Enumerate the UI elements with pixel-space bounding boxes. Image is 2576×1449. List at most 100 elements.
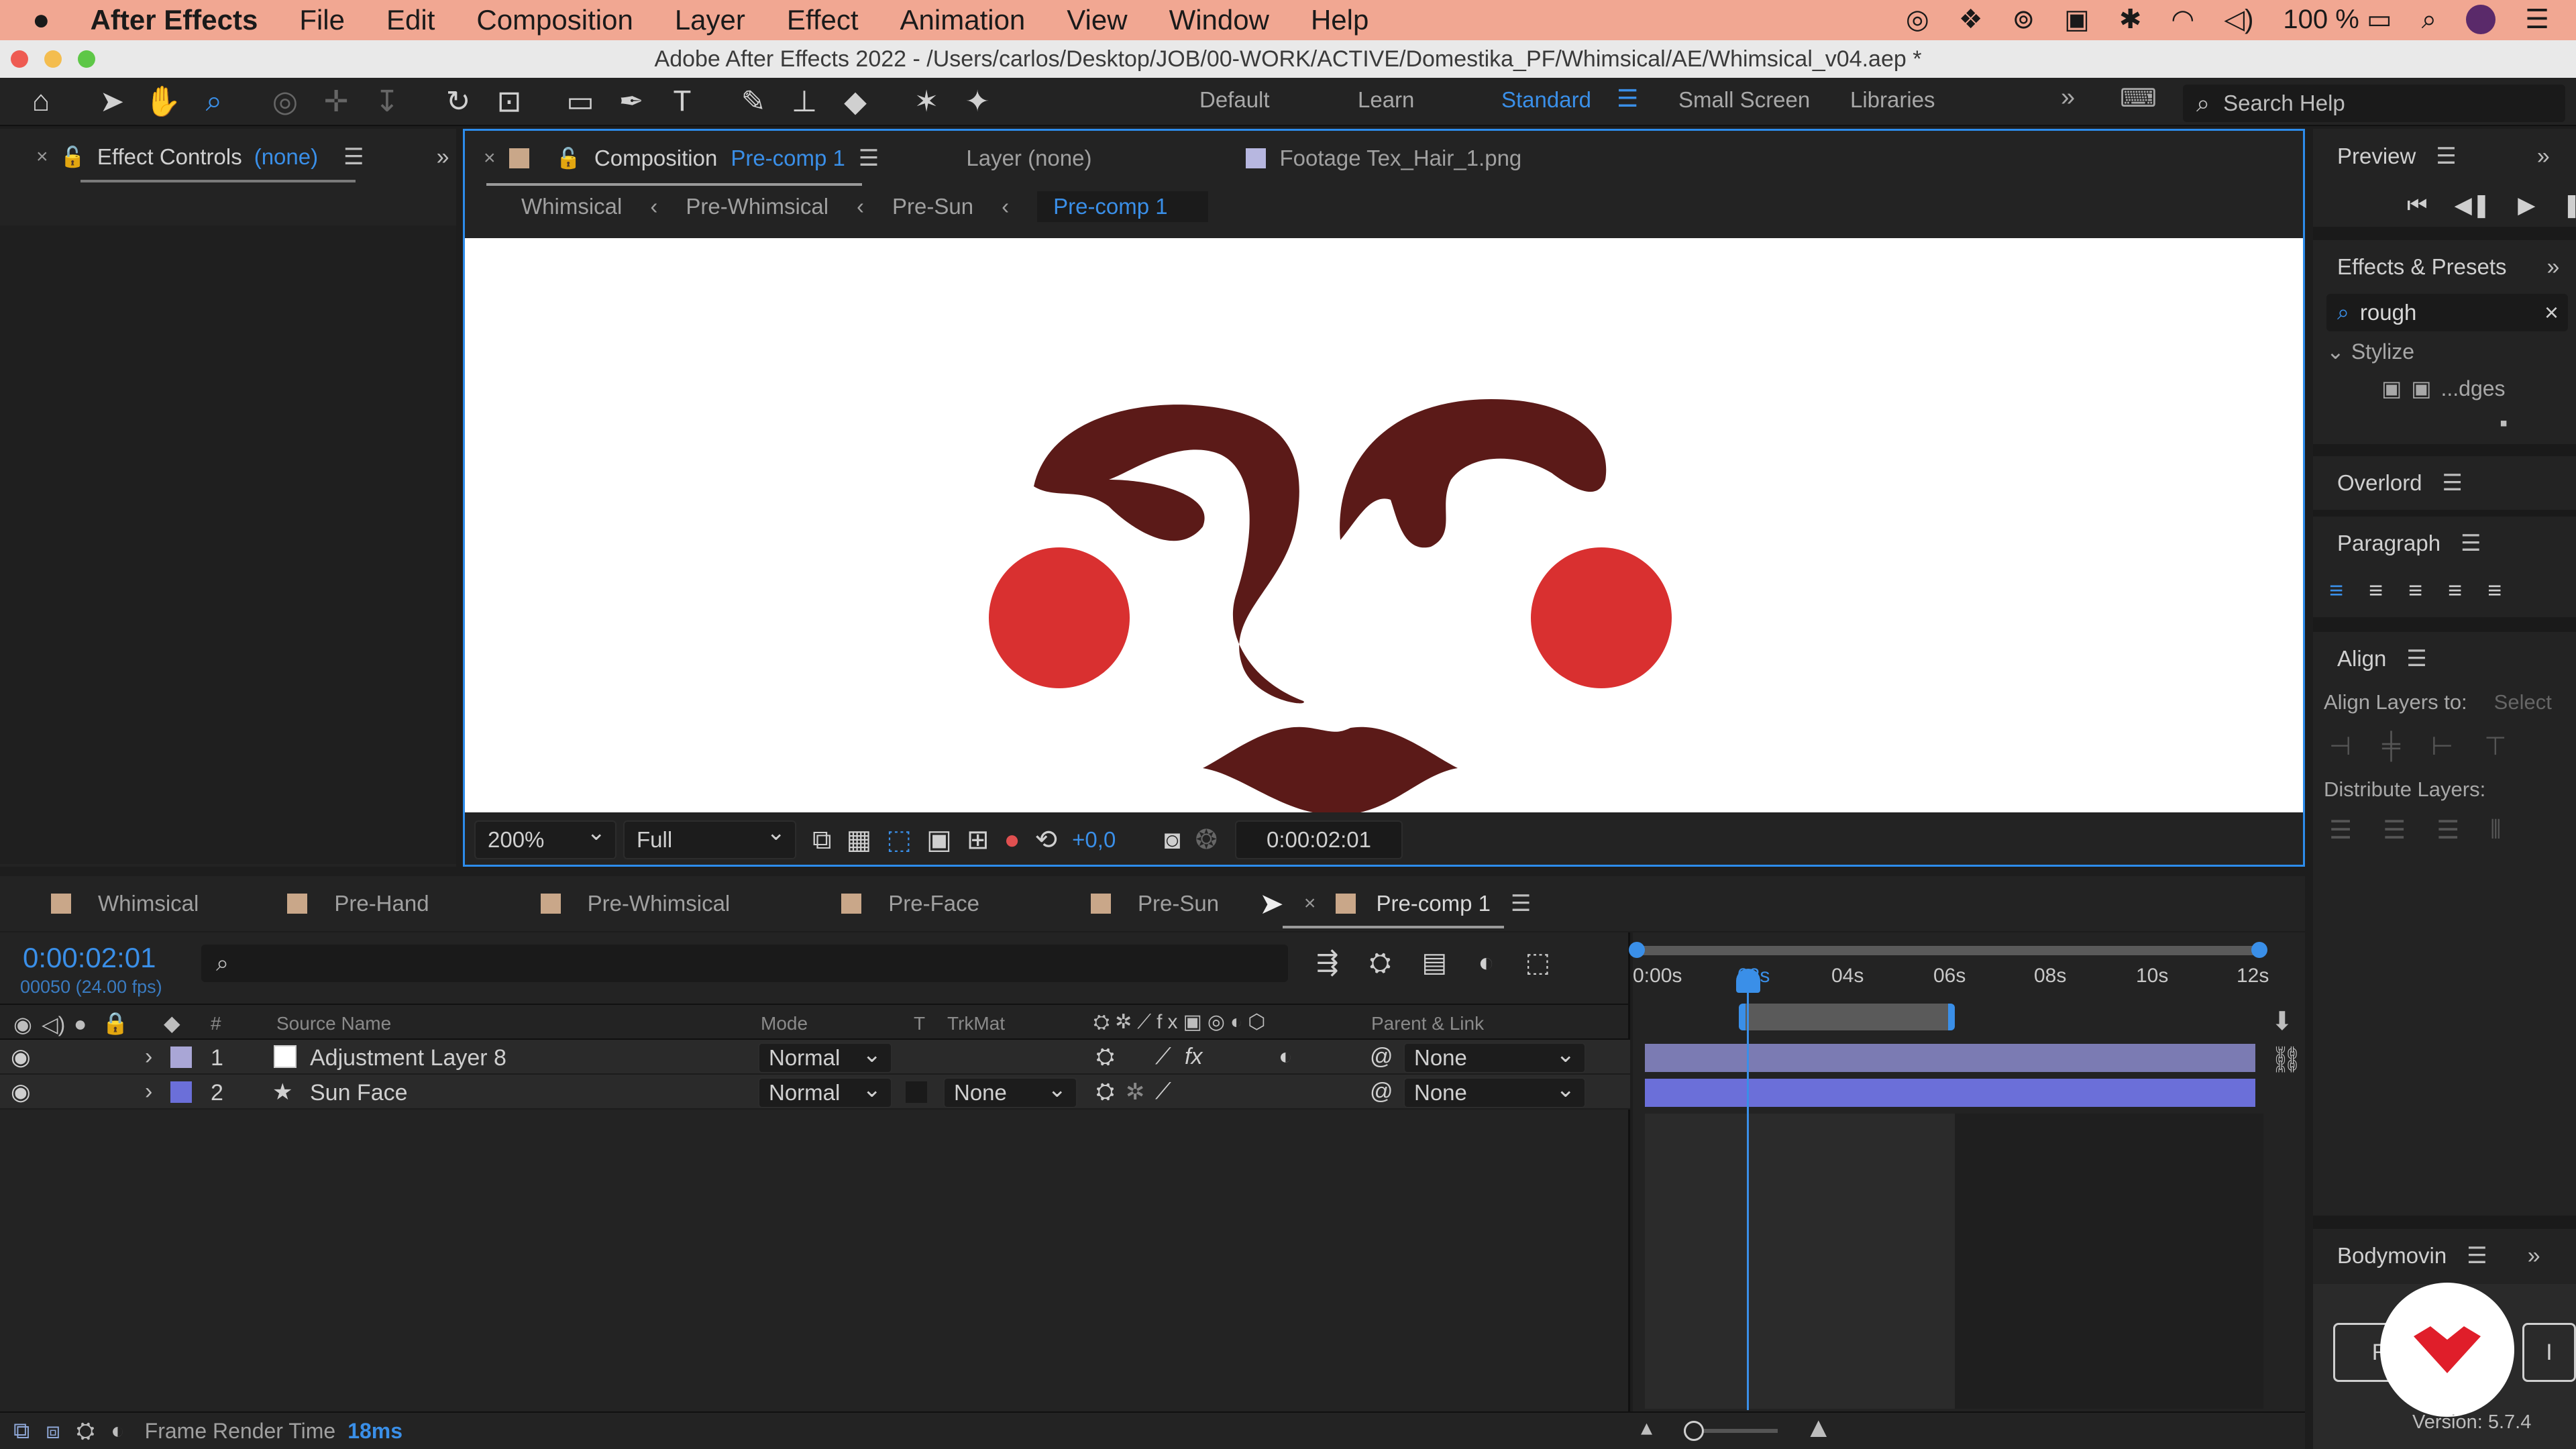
stylize-category[interactable]: Stylize [2351, 339, 2414, 364]
eraser-tool-icon[interactable]: ◆ [835, 80, 876, 122]
panel-overflow-icon[interactable]: » [2528, 1243, 2540, 1269]
audio-column-icon[interactable]: ◁) [42, 1012, 65, 1037]
number-column[interactable]: # [211, 1013, 221, 1034]
control-center-icon[interactable]: ☰ [2525, 4, 2549, 35]
preserve-transparency-toggle[interactable] [906, 1081, 927, 1103]
graph-editor-icon[interactable]: ⬚ [1525, 947, 1550, 978]
justify-all-icon[interactable]: ≡ [2487, 576, 2502, 604]
zoom-dropdown[interactable]: 200% [474, 819, 616, 859]
panel-menu-icon[interactable]: ☰ [2461, 530, 2481, 557]
apple-icon[interactable]: ● [32, 3, 50, 37]
layer-row[interactable]: ◉ › 2 ★ Sun Face Normal None ⛭ ✲ ⟋ @ Non… [0, 1075, 1630, 1110]
comp-flowchart-icon[interactable]: ⇶ [1316, 947, 1339, 978]
visibility-column-icon[interactable]: ◉ [13, 1012, 32, 1037]
puppet-tool-icon[interactable]: ✦ [957, 80, 998, 122]
mode-column[interactable]: Mode [761, 1013, 808, 1034]
motion-blur-icon[interactable]: ◐ [1478, 948, 1494, 978]
paragraph-panel-title[interactable]: Paragraph [2337, 531, 2440, 556]
overlord-panel-title[interactable]: Overlord [2337, 470, 2422, 496]
align-left-edges-icon[interactable]: ⊣ [2329, 731, 2351, 761]
menu-edit[interactable]: Edit [386, 4, 435, 36]
layer-label-color[interactable] [170, 1046, 192, 1068]
align-horizontal-center-icon[interactable]: ╪ [2382, 732, 2400, 761]
timeline-tab-pre-face[interactable]: Pre-Face [841, 891, 979, 916]
layer-viewer-tab[interactable]: Layer (none) [966, 146, 1091, 171]
dolly-tool-icon[interactable]: ↧ [366, 80, 408, 122]
app-menu[interactable]: After Effects [91, 4, 258, 36]
menu-animation[interactable]: Animation [900, 4, 1026, 36]
align-panel-title[interactable]: Align [2337, 646, 2386, 672]
layer-label-color[interactable] [170, 1081, 192, 1103]
workspace-learn[interactable]: Learn [1358, 87, 1414, 113]
shy-switch-icon[interactable]: ⛭ [1096, 1079, 1114, 1105]
rectangle-tool-icon[interactable]: ▭ [559, 80, 601, 122]
rotate-tool-icon[interactable]: ↻ [437, 80, 479, 122]
keyboard-shortcuts-icon[interactable]: ⌨ [2120, 83, 2157, 113]
layer-mode-dropdown[interactable]: Normal [758, 1076, 892, 1108]
panel-menu-icon[interactable]: ☰ [2436, 143, 2456, 170]
workspace-small-screen[interactable]: Small Screen [1678, 87, 1810, 113]
trkmat-column[interactable]: TrkMat [947, 1013, 1005, 1034]
mask-visibility-icon[interactable]: ⬚ [886, 824, 912, 855]
layer-switches-toggle-icon[interactable]: ⧉ [13, 1418, 30, 1444]
menu-view[interactable]: View [1067, 4, 1127, 36]
shy-layers-icon[interactable]: ⛭ [1370, 948, 1391, 978]
exposure-value[interactable]: +0,0 [1072, 827, 1116, 853]
home-icon[interactable]: ⌂ [20, 80, 62, 122]
roughen-edges-effect[interactable]: ...dges [2440, 376, 2505, 401]
layer-row[interactable]: ◉ › 1 Adjustment Layer 8 Normal ⛭ ⟋ fx ◐… [0, 1040, 1630, 1075]
pen-tool-icon[interactable]: ✒ [610, 80, 652, 122]
align-left-icon[interactable]: ≡ [2329, 576, 2343, 604]
timeline-tab-pre-sun[interactable]: Pre-Sun [1090, 891, 1219, 916]
solo-column-icon[interactable]: ● [74, 1012, 87, 1036]
bodymovin-panel-title[interactable]: Bodymovin [2337, 1243, 2447, 1269]
play-icon[interactable]: ▶ [2518, 192, 2535, 219]
collapse-switch-icon[interactable]: ✲ [1126, 1079, 1145, 1106]
panel-overflow-icon[interactable]: » [437, 144, 449, 170]
spotlight-icon[interactable]: ⌕ [2422, 5, 2436, 35]
parent-dropdown[interactable]: None [1403, 1076, 1586, 1108]
comp-marker-icon[interactable]: ⬇ [2271, 1006, 2293, 1036]
workspace-libraries[interactable]: Libraries [1850, 87, 1935, 113]
frame-blending-icon[interactable]: ▤ [1422, 947, 1448, 978]
panel-menu-icon[interactable]: ☰ [343, 144, 364, 170]
workspace-standard[interactable]: Standard [1501, 87, 1591, 113]
quality-switch-icon[interactable]: ⟋ [1155, 1079, 1171, 1105]
bluetooth-icon[interactable]: ✱ [2119, 4, 2142, 35]
search-help-field[interactable]: ⌕ Search Help [2183, 85, 2565, 122]
modes-toggle-icon[interactable]: ⧈ [46, 1418, 60, 1444]
zoom-out-icon[interactable]: ▴ [1641, 1414, 1652, 1441]
composition-canvas[interactable] [465, 238, 2303, 812]
roto-brush-tool-icon[interactable]: ✶ [906, 80, 947, 122]
channel-icon[interactable]: ● [1004, 825, 1020, 855]
region-of-interest-icon[interactable]: ▣ [926, 824, 952, 855]
brush-tool-icon[interactable]: ✎ [733, 80, 774, 122]
chevron-down-icon[interactable]: ⌄ [2326, 339, 2345, 364]
parent-link-column[interactable]: Parent & Link [1371, 1013, 1484, 1034]
pickwhip-icon[interactable]: @ [1370, 1079, 1393, 1105]
timeline-tab-pre-comp-1[interactable]: ➤ × Pre-comp 1 ☰ [1259, 887, 1531, 921]
panel-overflow-icon[interactable]: » [2547, 254, 2560, 280]
navigator-end-handle[interactable] [2251, 942, 2267, 958]
bodymovin-import-button[interactable]: I [2522, 1323, 2576, 1382]
transparency-grid-icon[interactable]: ▦ [847, 824, 872, 855]
battery-status[interactable]: 100 % ▭ [2283, 4, 2392, 35]
distribute-center-icon[interactable]: ☰ [2383, 815, 2406, 845]
minimize-window-button[interactable] [44, 50, 62, 68]
orbit-tool-icon[interactable]: ◎ [264, 80, 306, 122]
selection-tool-icon[interactable]: ➤ [91, 80, 133, 122]
time-navigator[interactable] [1629, 942, 2267, 958]
lock-column-icon[interactable]: 🔒 [102, 1010, 129, 1036]
reset-exposure-icon[interactable]: ⟲ [1035, 824, 1058, 855]
align-top-edges-icon[interactable]: ⊤ [2484, 731, 2506, 761]
new-item-icon[interactable]: ▪ [2500, 411, 2508, 437]
panel-menu-icon[interactable]: ☰ [2443, 470, 2463, 496]
clone-stamp-tool-icon[interactable]: ⊥ [784, 80, 825, 122]
in-out-toggle-icon[interactable]: ⛭ [76, 1418, 95, 1444]
distribute-left-icon[interactable]: ⫴ [2490, 816, 2501, 845]
align-right-edges-icon[interactable]: ⊢ [2431, 731, 2453, 761]
timeline-menu-icon[interactable]: ☰ [1511, 890, 1531, 917]
zoom-tool-icon[interactable]: ⌕ [193, 80, 235, 122]
layer-mode-dropdown[interactable]: Normal [758, 1041, 892, 1073]
anchor-tool-icon[interactable]: ⊡ [488, 80, 530, 122]
